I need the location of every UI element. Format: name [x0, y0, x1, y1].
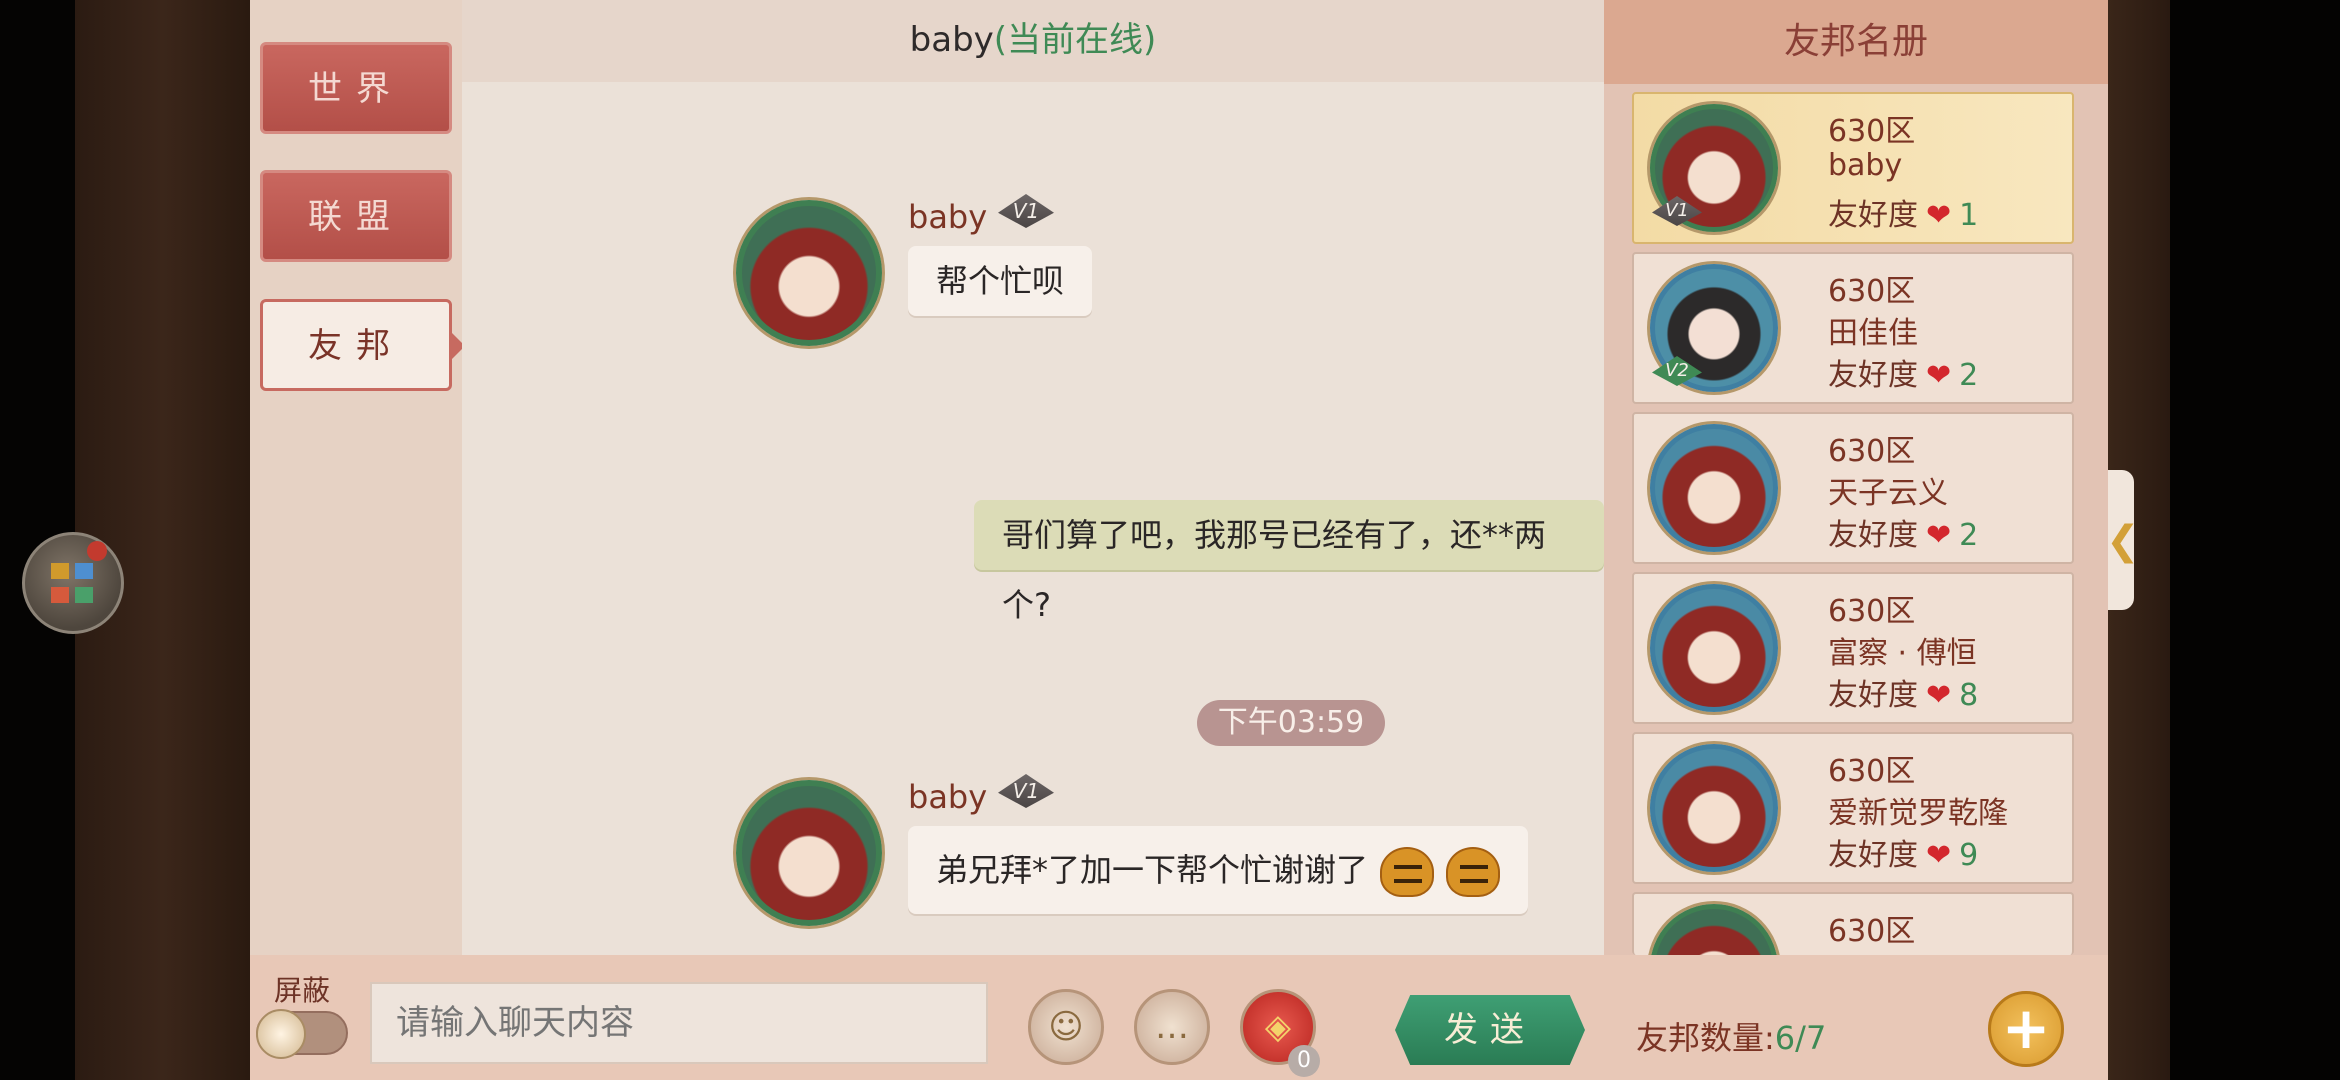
- chat-input-bar: 屏蔽 ☺ … ◈ 0 发送 友邦数量:6/7 +: [250, 955, 2108, 1080]
- vip-badge: V1: [998, 774, 1054, 808]
- sender-name: baby: [908, 778, 988, 816]
- roster-item[interactable]: V1 630区 baby 友好度 ❤ 1: [1632, 92, 2074, 244]
- floating-menu-button[interactable]: [22, 532, 124, 634]
- friend-name: 天子云义: [1828, 476, 1948, 511]
- roster-item[interactable]: V2 630区 田佳佳 友好度 ❤ 2: [1632, 252, 2074, 404]
- tab-alliance[interactable]: 联盟: [260, 170, 452, 262]
- chevron-left-icon: ❮: [2106, 518, 2140, 564]
- roster-item[interactable]: 630区: [1632, 892, 2074, 955]
- smiley-icon: ☺: [1048, 1007, 1084, 1047]
- heart-icon: ❤: [1926, 678, 1952, 713]
- friendship-row: 友好度 ❤ 2: [1828, 510, 1978, 554]
- sender-name: baby: [908, 198, 988, 236]
- friendship-label: 友好度: [1828, 198, 1918, 233]
- avatar: [1650, 904, 1778, 955]
- plus-icon: +: [2001, 994, 2051, 1062]
- friendship-row: 友好度 ❤ 2: [1828, 350, 1978, 394]
- friendship-row: 友好度 ❤ 1: [1828, 190, 1978, 234]
- message-text: 弟兄拜*了加一下帮个忙谢谢了: [936, 851, 1369, 889]
- friend-name: 富察 · 傅恒: [1828, 636, 1977, 671]
- timestamp-divider: 下午03:59: [1197, 700, 1385, 746]
- roster-item[interactable]: 630区 富察 · 傅恒 友好度 ❤ 8: [1632, 572, 2074, 724]
- friend-count: 友邦数量:6/7: [1636, 1013, 1826, 1059]
- quick-chat-button[interactable]: …: [1134, 989, 1210, 1065]
- send-button[interactable]: 发送: [1395, 995, 1585, 1065]
- friend-name: 田佳佳: [1828, 316, 1918, 351]
- grid-menu-icon: [51, 563, 101, 611]
- chat-partner-name: baby: [909, 20, 994, 60]
- friendship-value: 1: [1959, 198, 1979, 233]
- friend-count-label: 友邦数量:: [1636, 1019, 1775, 1057]
- server-zone: 630区: [1828, 594, 1916, 629]
- friendship-label: 友好度: [1828, 518, 1918, 553]
- server-zone: 630区: [1828, 434, 1916, 469]
- right-letterbox: [2170, 0, 2340, 1080]
- heart-icon: ❤: [1926, 358, 1952, 393]
- chat-input[interactable]: [370, 982, 988, 1064]
- friend-count-value: 6/7: [1774, 1019, 1827, 1057]
- heart-icon: ❤: [1926, 518, 1952, 553]
- server-zone: 630区: [1828, 114, 1916, 149]
- avatar: [1650, 424, 1778, 552]
- vip-badge: V1: [998, 194, 1054, 228]
- friend-name: 爱新觉罗乾隆: [1828, 796, 2008, 831]
- emoji-button[interactable]: ☺: [1028, 989, 1104, 1065]
- friendship-row: 友好度 ❤ 8: [1828, 670, 1978, 714]
- heart-icon: ❤: [1926, 198, 1952, 233]
- collapse-roster-tab[interactable]: ❮: [2106, 470, 2140, 610]
- friend-roster: 友邦名册 V1 630区 baby 友好度 ❤ 1 V2 630区 田佳佳 友好度 ❤…: [1604, 0, 2108, 955]
- friendship-row: 友好度 ❤ 9: [1828, 830, 1978, 874]
- block-label: 屏蔽: [274, 974, 331, 1007]
- server-zone: 630区: [1828, 274, 1916, 309]
- tab-friends[interactable]: 友邦: [260, 299, 465, 391]
- red-packet-icon: ◈: [1264, 1007, 1292, 1047]
- chat-app: 世界 联盟 友邦 baby(当前在线) baby V1 帮个忙呗 燕 哥们算了吧…: [250, 0, 2140, 1080]
- friendship-value: 9: [1959, 838, 1979, 873]
- chat-bubble-icon: …: [1155, 1007, 1189, 1047]
- red-packet-count-badge: 0: [1288, 1045, 1320, 1077]
- message-bubble[interactable]: 帮个忙呗: [908, 246, 1093, 316]
- message-bubble[interactable]: 弟兄拜*了加一下帮个忙谢谢了: [908, 826, 1529, 914]
- roster-item[interactable]: 630区 天子云义 友好度 ❤ 2: [1632, 412, 2074, 564]
- message-bubble-outgoing[interactable]: 哥们算了吧，我那号已经有了，还**两个?: [974, 500, 1604, 624]
- avatar: [1650, 584, 1778, 712]
- online-status: (当前在线): [993, 20, 1157, 60]
- block-toggle[interactable]: [256, 1009, 348, 1059]
- heart-icon: ❤: [1926, 838, 1952, 873]
- server-zone: 630区: [1828, 914, 1916, 949]
- notification-dot: [87, 541, 107, 561]
- friendship-label: 友好度: [1828, 838, 1918, 873]
- avatar: [1650, 744, 1778, 872]
- server-zone: 630区: [1828, 754, 1916, 789]
- sender-avatar[interactable]: [736, 200, 882, 346]
- friendship-value: 8: [1959, 678, 1979, 713]
- channel-nav: 世界 联盟 友邦: [250, 0, 465, 955]
- roster-item[interactable]: 630区 爱新觉罗乾隆 友好度 ❤ 9: [1632, 732, 2074, 884]
- chat-panel: baby(当前在线) baby V1 帮个忙呗 燕 哥们算了吧，我那号已经有了，…: [462, 0, 1828, 955]
- friendship-value: 2: [1959, 518, 1979, 553]
- tab-world[interactable]: 世界: [260, 42, 452, 134]
- sender-avatar[interactable]: [736, 780, 882, 926]
- friendship-label: 友好度: [1828, 358, 1918, 393]
- angry-emoji-icon: [1380, 847, 1435, 897]
- friend-name: baby: [1828, 148, 1903, 183]
- chat-header: baby(当前在线): [462, 0, 1604, 82]
- angry-emoji-icon: [1446, 847, 1501, 897]
- friendship-label: 友好度: [1828, 678, 1918, 713]
- add-friend-button[interactable]: +: [1988, 991, 2064, 1067]
- roster-title: 友邦名册: [1604, 0, 2108, 84]
- friendship-value: 2: [1959, 358, 1979, 393]
